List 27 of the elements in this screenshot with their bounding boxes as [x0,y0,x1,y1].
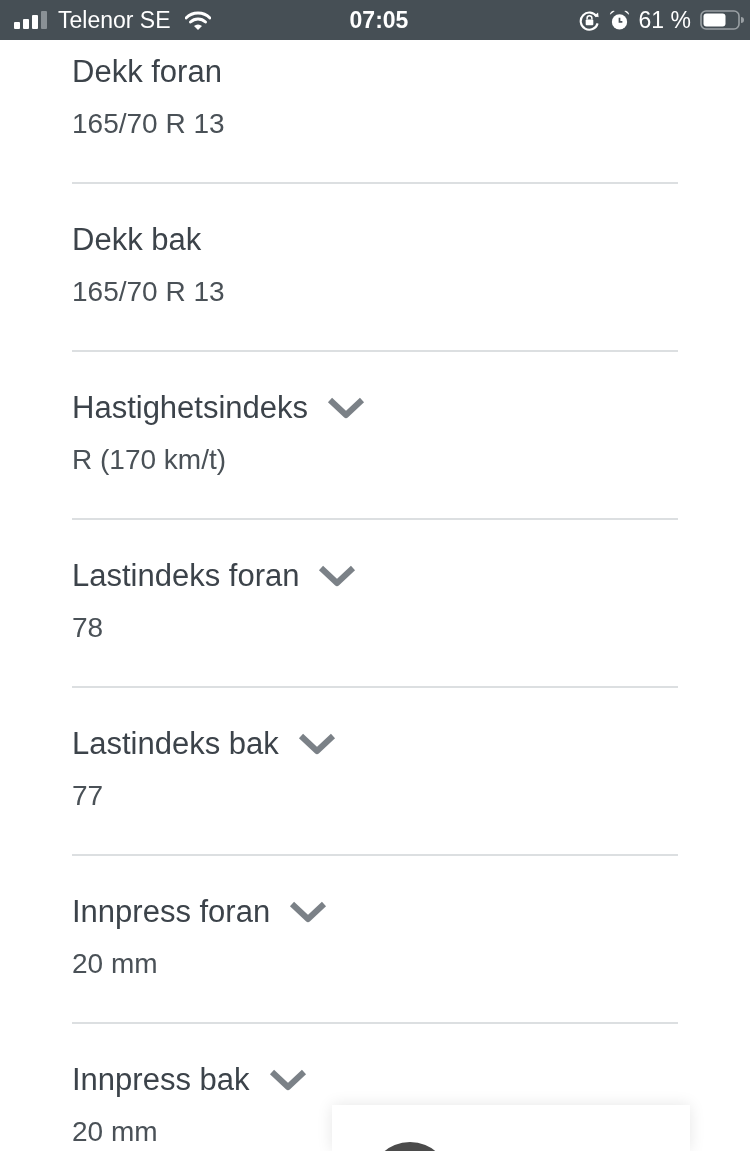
chevron-down-icon[interactable] [297,733,336,755]
signal-icon [14,11,50,29]
field-label: Lastindeks foran [72,558,300,594]
chevron-down-icon[interactable] [318,565,357,587]
field-label: Hastighetsindeks [72,390,309,426]
chevron-down-icon[interactable] [327,397,366,419]
battery-icon [700,10,744,30]
clock-time: 07:05 [349,6,409,34]
chevron-down-icon[interactable] [289,901,328,923]
carrier-name: Telenor SE [58,6,171,34]
wifi-icon [184,10,211,30]
alarm-clock-icon [608,9,630,31]
rotation-lock-icon [578,9,600,31]
field-value: 165/70 R 13 [72,107,225,141]
field-label: Innpress bak [72,1062,250,1098]
field-value: 165/70 R 13 [72,275,225,309]
field-label: Lastindeks bak [72,726,279,762]
field-value: 20 mm [72,947,158,981]
battery-percent: 61 % [638,6,691,34]
field-label: Dekk foran [72,54,222,90]
chevron-down-icon[interactable] [268,1069,307,1091]
field-value: 78 [72,611,104,645]
field-label: Innpress foran [72,894,271,930]
field-label: Dekk bak [72,222,202,258]
field-value: 20 mm [72,1115,158,1149]
field-value: R (170 km/t) [72,443,227,477]
field-value: 77 [72,779,104,813]
